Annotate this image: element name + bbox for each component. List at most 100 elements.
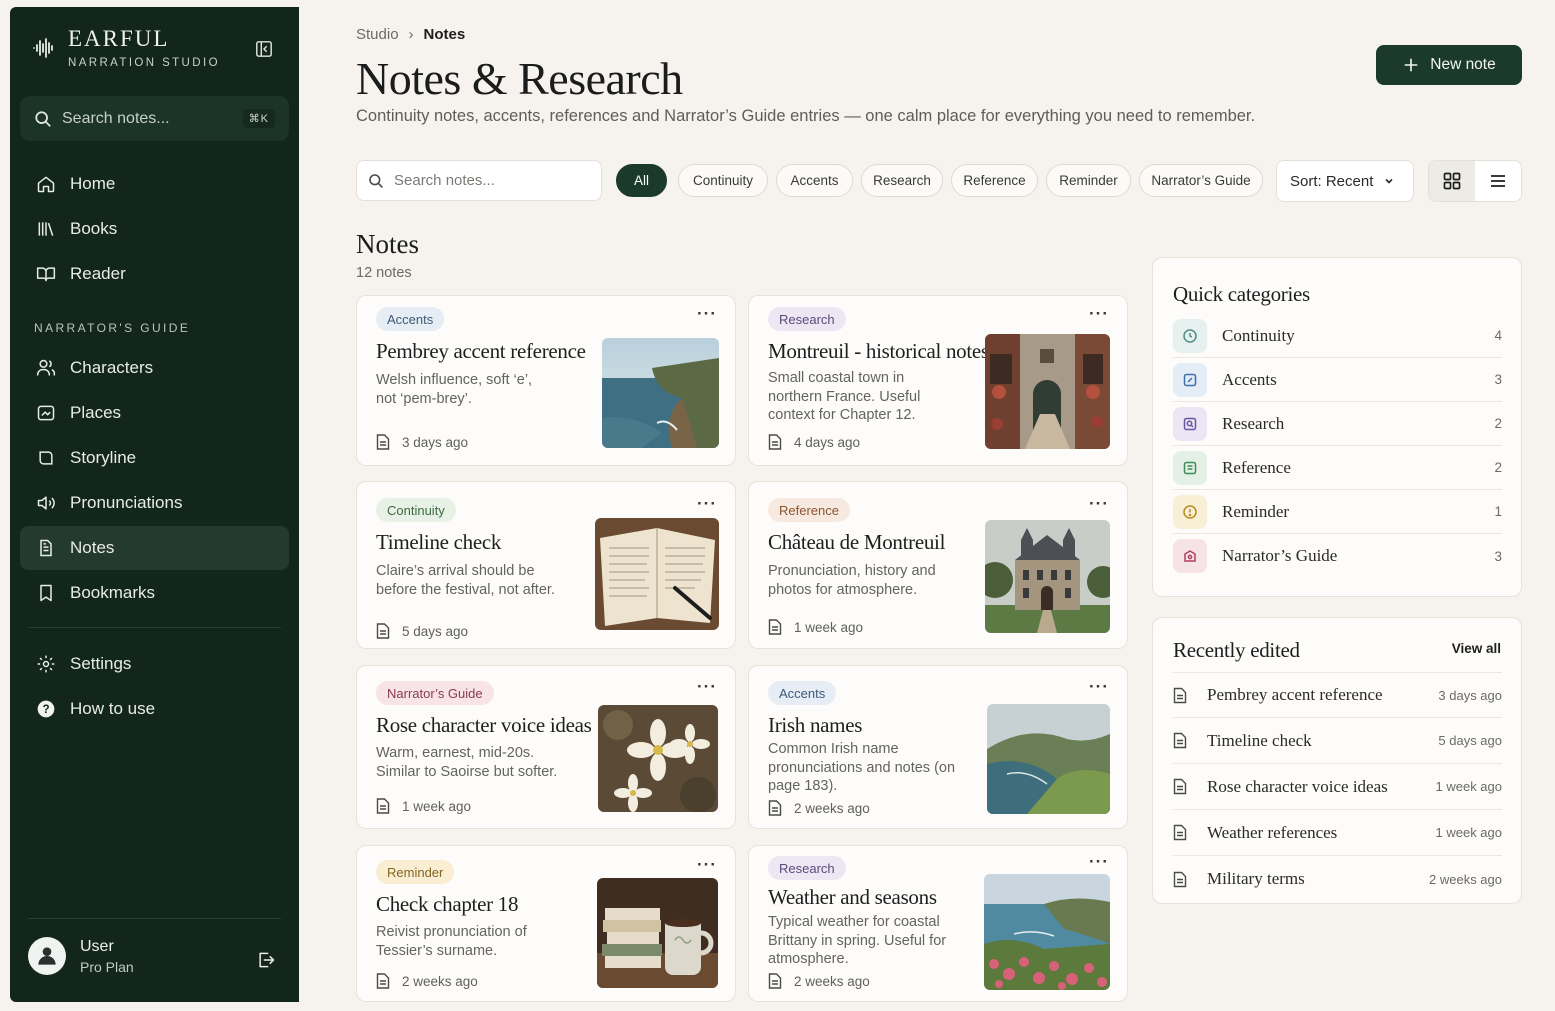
nav-reader[interactable]: Reader [20, 252, 289, 296]
note-description: Small coastal town in northern France. U… [768, 370, 921, 423]
note-card[interactable]: Narrator’s Guide ··· Rose character voic… [356, 665, 736, 829]
nav-characters[interactable]: Characters [20, 346, 289, 390]
recently-edited-title: Recently edited [1173, 638, 1300, 662]
filter-chip-research[interactable]: Research [861, 164, 943, 197]
collapse-sidebar-icon[interactable] [255, 40, 273, 58]
notes-search-input[interactable]: Search notes... [356, 160, 602, 201]
filter-chip-all[interactable]: All [616, 164, 667, 197]
document-icon [1173, 871, 1187, 887]
nav-home[interactable]: Home [20, 162, 289, 206]
note-description: Typical weather for coastal Brittany in … [768, 914, 947, 967]
category-research[interactable]: Research 2 [1173, 402, 1502, 446]
filter-chip-reference[interactable]: Reference [951, 164, 1038, 197]
category-label: Reference [1222, 457, 1291, 477]
note-description: Reivist pronunciation of Tessier’s surna… [376, 924, 527, 959]
nav-how-to-use[interactable]: ? How to use [20, 687, 289, 731]
note-date: 2 weeks ago [794, 800, 870, 816]
note-description: Claire’s arrival should be before the fe… [376, 563, 555, 598]
nav-places[interactable]: Places [20, 391, 289, 435]
nav-notes[interactable]: Notes [20, 526, 289, 570]
search-icon [369, 173, 383, 188]
category-label: Narrator’s Guide [1222, 546, 1338, 565]
nav-storyline[interactable]: Storyline [20, 436, 289, 480]
list-view-button[interactable] [1475, 161, 1521, 201]
recent-item[interactable]: Pembrey accent reference 3 days ago [1173, 672, 1502, 718]
bottom-nav: Settings ? How to use [20, 642, 289, 732]
filter-chip-narrators-guide[interactable]: Narrator’s Guide [1139, 164, 1263, 197]
list-icon [1491, 175, 1505, 187]
note-card[interactable]: Continuity ··· Timeline check Claire’s a… [356, 481, 736, 649]
more-options-icon[interactable]: ··· [697, 494, 717, 514]
help-icon: ? [37, 700, 55, 718]
avatar [28, 937, 66, 975]
recent-item[interactable]: Weather references 1 week ago [1173, 810, 1502, 856]
logout-icon[interactable] [256, 950, 276, 970]
edit-icon [1173, 362, 1207, 397]
sidebar-search[interactable]: Search notes... ⌘K [20, 96, 289, 141]
document-icon [376, 973, 390, 989]
tag-badge: Reference [768, 498, 850, 522]
view-all-link[interactable]: View all [1452, 641, 1501, 656]
more-options-icon[interactable]: ··· [1089, 304, 1109, 324]
recent-date: 3 days ago [1438, 687, 1502, 703]
view-toggle [1428, 160, 1522, 202]
nav-label: Pronunciations [70, 493, 183, 512]
more-options-icon[interactable]: ··· [697, 304, 717, 324]
brand[interactable]: EARFUL NARRATION STUDIO [32, 27, 220, 69]
note-description: Common Irish name pronunciations and not… [768, 741, 956, 794]
user-profile[interactable]: User Pro Plan [28, 937, 134, 975]
note-card[interactable]: Reminder ··· Check chapter 18 Reivist pr… [356, 845, 736, 1002]
recent-title: Military terms [1207, 869, 1305, 888]
more-options-icon[interactable]: ··· [697, 855, 717, 875]
category-narrators-guide[interactable]: Narrator’s Guide 3 [1173, 534, 1502, 578]
document-icon [768, 800, 782, 816]
filter-chip-accents[interactable]: Accents [776, 164, 853, 197]
tag-badge: Continuity [376, 498, 456, 522]
note-card[interactable]: Research ··· Weather and seasons Typical… [748, 845, 1128, 1002]
note-thumbnail [602, 338, 719, 448]
home-icon [37, 176, 55, 193]
sidebar: EARFUL NARRATION STUDIO Search notes... … [10, 7, 299, 1002]
sort-dropdown[interactable]: Sort: Recent [1276, 160, 1414, 202]
more-options-icon[interactable]: ··· [1089, 677, 1109, 697]
category-label: Continuity [1222, 325, 1295, 345]
magnifier-icon [1173, 406, 1207, 441]
category-reminder[interactable]: Reminder 1 [1173, 490, 1502, 534]
clock-icon [1173, 318, 1207, 353]
recent-item[interactable]: Timeline check 5 days ago [1173, 718, 1502, 764]
more-options-icon[interactable]: ··· [1089, 494, 1109, 514]
nav-label: Characters [70, 358, 154, 377]
nav-bookmarks[interactable]: Bookmarks [20, 571, 289, 615]
note-title: Montreuil - historical notes [768, 339, 989, 363]
grid-view-button[interactable] [1429, 161, 1475, 201]
note-card[interactable]: Accents ··· Pembrey accent reference Wel… [356, 295, 736, 466]
more-options-icon[interactable]: ··· [1089, 852, 1109, 872]
narrators-guide-heading: NARRATOR'S GUIDE [34, 321, 191, 335]
note-date: 5 days ago [402, 623, 469, 639]
note-thumbnail [985, 334, 1110, 449]
note-meta: 4 days ago [768, 434, 860, 450]
breadcrumb-studio[interactable]: Studio [356, 26, 399, 43]
category-continuity[interactable]: Continuity 4 [1173, 314, 1502, 358]
note-meta: 3 days ago [376, 434, 468, 450]
document-icon [768, 619, 782, 635]
more-options-icon[interactable]: ··· [697, 677, 717, 697]
nav-settings[interactable]: Settings [20, 642, 289, 686]
note-thumbnail [597, 878, 718, 988]
new-note-button[interactable]: New note [1376, 45, 1522, 85]
filter-chip-continuity[interactable]: Continuity [678, 164, 768, 197]
category-count: 3 [1494, 548, 1502, 564]
note-card[interactable]: Accents ··· Irish names Common Irish nam… [748, 665, 1128, 829]
note-card[interactable]: Research ··· Montreuil - historical note… [748, 295, 1128, 466]
guide-icon [1173, 539, 1207, 573]
note-meta: 2 weeks ago [376, 973, 478, 989]
filter-chip-reminder[interactable]: Reminder [1046, 164, 1131, 197]
recent-item[interactable]: Military terms 2 weeks ago [1173, 856, 1502, 902]
recent-date: 2 weeks ago [1429, 871, 1502, 887]
nav-pronunciations[interactable]: Pronunciations [20, 481, 289, 525]
category-accents[interactable]: Accents 3 [1173, 358, 1502, 402]
nav-books[interactable]: Books [20, 207, 289, 251]
category-reference[interactable]: Reference 2 [1173, 446, 1502, 490]
note-card[interactable]: Reference ··· Château de Montreuil Pronu… [748, 481, 1128, 649]
recent-item[interactable]: Rose character voice ideas 1 week ago [1173, 764, 1502, 810]
